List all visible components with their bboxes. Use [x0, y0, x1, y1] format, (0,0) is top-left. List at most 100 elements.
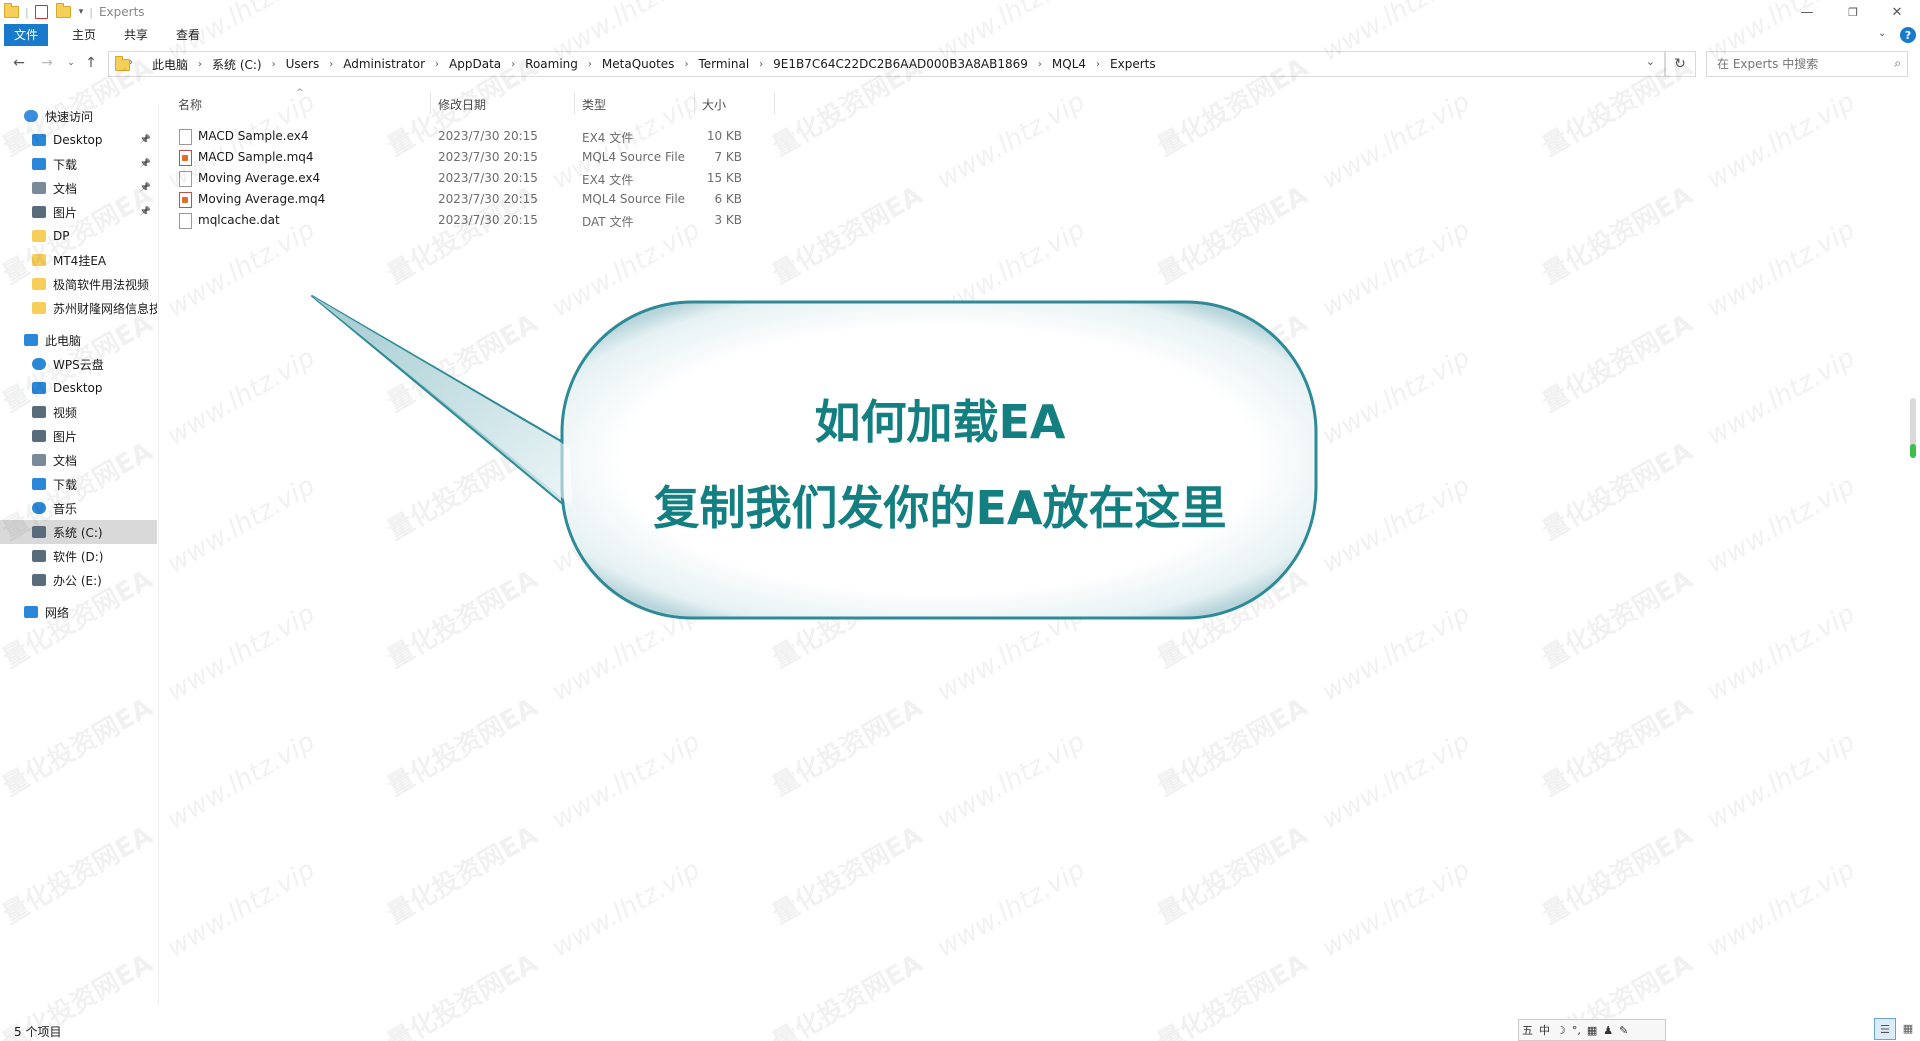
sidebar-item[interactable]: 此电脑 [0, 328, 157, 352]
breadcrumb-item[interactable]: Administrator [340, 57, 428, 71]
sidebar-item[interactable]: 快速访问 [0, 104, 157, 128]
breadcrumb-item[interactable]: AppData [446, 57, 504, 71]
tab-share[interactable]: 共享 [114, 24, 158, 46]
chevron-right-icon[interactable]: › [265, 59, 283, 70]
sidebar-item[interactable]: DP [0, 224, 157, 248]
column-header-size[interactable]: 大小 [702, 96, 726, 113]
sidebar-item[interactable]: Desktop [0, 376, 157, 400]
refresh-button[interactable]: ↻ [1664, 51, 1696, 77]
properties-icon[interactable] [34, 5, 48, 19]
ime-button[interactable]: °, [1569, 1024, 1584, 1037]
search-box[interactable]: ⌕ [1706, 51, 1908, 77]
sidebar-item-label: WPS云盘 [53, 357, 104, 372]
breadcrumb-item[interactable]: MQL4 [1049, 57, 1089, 71]
close-button[interactable]: ✕ [1874, 0, 1920, 24]
maximize-button[interactable]: ❐ [1830, 0, 1876, 24]
watermark-url: www.lhtz.vip [1317, 87, 1475, 196]
sidebar-item[interactable]: 文档 📌 [0, 176, 157, 200]
file-row[interactable]: Moving Average.mq4 2023/7/30 20:15 MQL4 So… [174, 189, 774, 210]
chevron-right-icon[interactable]: › [1089, 59, 1107, 70]
file-date: 2023/7/30 20:15 [438, 129, 538, 143]
divider[interactable] [430, 92, 431, 114]
divider[interactable] [774, 92, 775, 114]
divider[interactable] [694, 92, 695, 114]
sidebar-item[interactable]: WPS云盘 [0, 352, 157, 376]
ribbon-expand-icon[interactable]: ⌄ [1878, 28, 1886, 39]
watermark-url: www.lhtz.vip [1317, 343, 1475, 452]
chevron-right-icon[interactable]: › [504, 59, 522, 70]
file-row[interactable]: MACD Sample.ex4 2023/7/30 20:15 EX4 文件 10 K… [174, 126, 774, 147]
sidebar-item[interactable]: 苏州财隆网络信息技 [0, 296, 157, 320]
ime-button[interactable]: ✎ [1616, 1024, 1631, 1037]
details-view-icon[interactable]: ☰ [1874, 1018, 1896, 1040]
chevron-right-icon[interactable]: › [322, 59, 340, 70]
divider[interactable] [574, 92, 575, 114]
new-folder-icon[interactable] [55, 3, 71, 18]
sidebar-item[interactable]: 图片 📌 [0, 200, 157, 224]
sidebar-item-label: 文档 [53, 181, 78, 196]
sidebar-item-label: Desktop [53, 133, 103, 147]
column-header-type[interactable]: 类型 [582, 96, 606, 113]
sidebar-item[interactable]: 下载 📌 [0, 152, 157, 176]
chevron-right-icon[interactable]: › [428, 59, 446, 70]
ime-button[interactable]: 中 [1536, 1022, 1553, 1038]
file-row[interactable]: mqlcache.dat 2023/7/30 20:15 DAT 文件 3 KB [174, 210, 774, 231]
file-row[interactable]: MACD Sample.mq4 2023/7/30 20:15 MQL4 Sourc… [174, 147, 774, 168]
minimize-button[interactable]: — [1784, 0, 1830, 24]
file-row[interactable]: Moving Average.ex4 2023/7/30 20:15 EX4 文件 1… [174, 168, 774, 189]
up-button[interactable]: ↑ [80, 53, 102, 73]
customize-dropdown-icon[interactable]: ▾ [79, 7, 84, 17]
mq4-file-icon [179, 192, 192, 208]
chevron-right-icon[interactable]: › [191, 59, 209, 70]
sidebar-item[interactable]: 文档 [0, 448, 157, 472]
breadcrumb-item[interactable]: Experts [1107, 57, 1159, 71]
chevron-right-icon[interactable]: › [581, 59, 599, 70]
sidebar-item[interactable]: 下载 [0, 472, 157, 496]
column-header-name[interactable]: 名称 [178, 96, 202, 113]
ime-button[interactable]: ♟ [1600, 1024, 1616, 1037]
chevron-right-icon[interactable]: › [1031, 59, 1049, 70]
search-icon[interactable]: ⌕ [1894, 56, 1901, 71]
ime-toolbar[interactable]: 五中 ☽ °, ▦ ♟ ✎ [1518, 1019, 1666, 1041]
sidebar-item[interactable]: 图片 [0, 424, 157, 448]
breadcrumb-item[interactable]: Roaming [522, 57, 581, 71]
search-input[interactable] [1715, 52, 1879, 76]
tab-home[interactable]: 主页 [62, 24, 106, 46]
chevron-right-icon[interactable]: › [677, 59, 695, 70]
address-bar[interactable]: › 此电脑 › 系统 (C:) › Users › Administrator › AppDat… [108, 51, 1666, 77]
breadcrumb-item[interactable]: Terminal [695, 57, 752, 71]
back-button[interactable]: ← [8, 53, 30, 73]
sidebar-item[interactable]: Desktop 📌 [0, 128, 157, 152]
breadcrumb-item[interactable]: Users [283, 57, 323, 71]
sidebar-item[interactable]: 网络 [0, 600, 157, 624]
file-name: Moving Average.ex4 [198, 171, 321, 185]
breadcrumb-item[interactable]: MetaQuotes [599, 57, 678, 71]
ime-button[interactable]: ☽ [1553, 1024, 1569, 1037]
sidebar-item[interactable]: 软件 (D:) [0, 544, 157, 568]
breadcrumb-item[interactable]: 此电脑 [149, 56, 191, 73]
forward-button[interactable]: → [36, 53, 58, 73]
breadcrumb-item[interactable]: 系统 (C:) [209, 56, 265, 73]
breadcrumb-item[interactable]: 9E1B7C64C22DC2B6AAD000B3A8AB1869 [770, 57, 1031, 71]
sidebar-item[interactable]: 办公 (E:) [0, 568, 157, 592]
tab-file[interactable]: 文件 [4, 24, 49, 46]
help-icon[interactable]: ? [1900, 27, 1916, 43]
chevron-right-icon[interactable]: › [752, 59, 770, 70]
sidebar-item[interactable]: MT4挂EA [0, 248, 157, 272]
sidebar-item[interactable]: 音乐 [0, 496, 157, 520]
ime-button[interactable]: 五 [1519, 1022, 1536, 1038]
column-header-date[interactable]: 修改日期 [438, 96, 486, 113]
folder-icon[interactable] [4, 3, 19, 18]
tab-view[interactable]: 查看 [166, 24, 210, 46]
sidebar-item[interactable]: 视频 [0, 400, 157, 424]
file-name: MACD Sample.mq4 [198, 150, 314, 164]
sidebar-item[interactable]: 极简软件用法视频 [0, 272, 157, 296]
sidebar-item[interactable]: 系统 (C:) [0, 520, 157, 544]
watermark-url: www.lhtz.vip [932, 599, 1090, 708]
recent-locations-icon[interactable]: ⌄ [60, 53, 82, 73]
file-type: EX4 文件 [582, 173, 634, 187]
chevron-down-icon[interactable]: ⌄ [1646, 55, 1655, 68]
ime-button[interactable]: ▦ [1584, 1024, 1600, 1037]
large-icons-view-icon[interactable]: ▦ [1898, 1018, 1918, 1038]
chevron-right-icon[interactable]: › [129, 57, 133, 68]
